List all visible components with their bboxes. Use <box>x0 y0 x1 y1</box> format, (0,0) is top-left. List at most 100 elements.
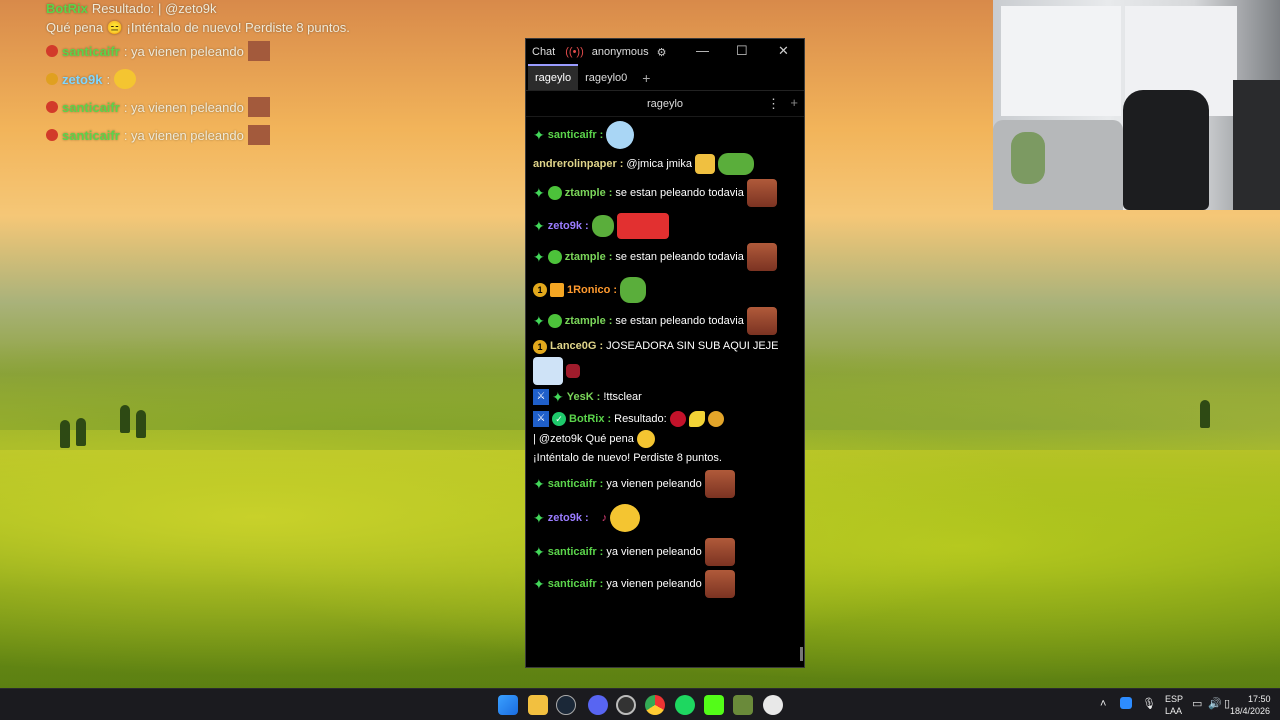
start-button[interactable] <box>498 695 518 715</box>
defender-icon[interactable] <box>1120 697 1132 709</box>
chat-username[interactable]: ztample <box>565 314 606 329</box>
discord-icon[interactable] <box>588 695 608 715</box>
kick-icon[interactable] <box>704 695 724 715</box>
wallpaper-tree <box>76 418 86 446</box>
clock-date[interactable]: 18/4/2026 <box>1230 706 1270 716</box>
tab-rageylo[interactable]: rageylo <box>528 64 579 90</box>
overlay-line: santicaifr : ya vienen peleando <box>46 93 366 121</box>
music-note-icon: ♪ <box>601 511 608 524</box>
emote-icon[interactable] <box>704 470 735 498</box>
badge-icon <box>46 45 58 57</box>
sparkle-badge-icon: ✦ <box>533 475 545 492</box>
emote-icon[interactable] <box>694 154 715 174</box>
microphone-icon[interactable]: 🎙 <box>1142 697 1156 710</box>
emote-icon[interactable] <box>616 213 669 239</box>
emote-icon[interactable] <box>717 153 754 175</box>
chat-message: ✦ zeto9k: ♪ <box>533 504 797 532</box>
window-titlebar[interactable]: Chat ((•)) anonymous ⚙ — ☐ ✕ <box>526 39 804 65</box>
wallpaper-tree <box>120 405 130 433</box>
add-tab-button[interactable]: + <box>634 66 658 90</box>
chat-username[interactable]: YesK <box>567 390 594 405</box>
chat-username[interactable]: santicaifr <box>548 477 597 492</box>
chevron-up-icon[interactable]: ˄ <box>1100 698 1106 710</box>
sub-tier-badge-icon: 1 <box>533 339 547 354</box>
tab-rageylo0[interactable]: rageylo0 <box>578 66 634 90</box>
emote-icon[interactable] <box>746 307 777 335</box>
chat-message: ✦ santicaifr: ya vienen peleando <box>533 470 797 498</box>
wallpaper-tree <box>1200 400 1210 428</box>
emote-icon[interactable] <box>746 179 777 207</box>
steam-icon[interactable] <box>556 695 576 715</box>
emote-icon[interactable] <box>620 277 647 303</box>
chat-username[interactable]: santicaifr <box>548 545 597 560</box>
add-split-button[interactable]: + <box>790 95 798 110</box>
chat-username[interactable]: BotRix <box>569 412 604 427</box>
obs-icon[interactable] <box>616 695 636 715</box>
username-colon: : <box>599 128 604 141</box>
chat-message: ✦ zeto9k: <box>533 213 797 239</box>
account-name[interactable]: anonymous <box>592 46 649 58</box>
chat-text: ya vienen peleando <box>606 545 702 558</box>
file-explorer-icon[interactable] <box>528 695 548 715</box>
emote-icon[interactable] <box>704 538 735 566</box>
emote-icon <box>247 41 270 61</box>
chat-text: JOSEADORA SIN SUB AQUI JEJE <box>606 340 779 352</box>
emote-icon[interactable] <box>591 215 614 237</box>
expressionless-face-icon <box>636 430 655 448</box>
chrome-icon[interactable] <box>645 695 665 715</box>
chat-username[interactable]: zeto9k <box>548 219 582 234</box>
chat-message: ✦ santicaifr: ya vienen peleando <box>533 538 797 566</box>
language-indicator[interactable]: ESP <box>1165 694 1183 704</box>
network-icon[interactable]: ▭ <box>1192 697 1202 710</box>
clock-time[interactable]: 17:50 <box>1248 694 1271 704</box>
emote-icon[interactable] <box>746 243 777 271</box>
chat-username[interactable]: ztample <box>565 186 606 201</box>
chatterino-icon[interactable] <box>763 695 783 715</box>
chat-message: ✦ santicaifr: <box>533 121 797 149</box>
volume-icon[interactable]: 🔊 <box>1208 697 1222 710</box>
chat-message: 1 1Ronico: <box>533 277 797 303</box>
username-colon: : <box>608 314 613 327</box>
overlay-username: BotRix <box>46 0 88 16</box>
overlay-text: : ya vienen peleando <box>123 43 244 59</box>
chat-text: Resultado: <box>614 412 667 425</box>
sparkle-badge-icon: ✦ <box>533 575 545 592</box>
username-colon: : <box>596 390 601 403</box>
emote-icon[interactable] <box>566 364 580 378</box>
overlay-username: santicaifr <box>62 43 120 59</box>
chat-username[interactable]: ztample <box>565 250 606 265</box>
game-app-icon[interactable] <box>733 695 753 715</box>
live-icon[interactable]: ((•)) <box>565 46 584 58</box>
emote-icon[interactable] <box>610 504 641 532</box>
frog-badge-icon <box>547 186 562 200</box>
emote-icon[interactable] <box>606 121 635 149</box>
emote-icon[interactable] <box>704 570 735 598</box>
close-button[interactable]: ✕ <box>778 43 789 59</box>
scrollbar[interactable] <box>800 647 803 661</box>
chat-text: se estan peleando todavia <box>615 186 744 199</box>
emote-icon[interactable] <box>533 357 563 385</box>
chat-text: | @zeto9k Qué pena <box>533 432 634 445</box>
chat-username[interactable]: Lance0G <box>550 339 596 354</box>
message-list[interactable]: ✦ santicaifr: andrerolinpaper: @jmica jm… <box>526 117 804 665</box>
webcam-shelf <box>1233 80 1280 210</box>
chat-username[interactable]: santicaifr <box>548 577 597 592</box>
keyboard-layout[interactable]: LAA <box>1165 706 1182 716</box>
chat-text: !ttsclear <box>603 390 642 403</box>
gear-icon[interactable]: ⚙ <box>657 46 667 59</box>
webcam-plush <box>1011 132 1045 184</box>
channel-tabs: rageylo rageylo0 + <box>526 64 804 91</box>
chat-username[interactable]: zeto9k <box>548 511 582 526</box>
chat-username[interactable]: santicaifr <box>548 128 597 143</box>
more-options-icon[interactable]: ⋮ <box>767 96 780 112</box>
maximize-button[interactable]: ☐ <box>736 43 748 59</box>
window-title: Chat <box>532 46 556 58</box>
chat-username[interactable]: andrerolinpaper <box>533 157 617 172</box>
chat-message: ✦ santicaifr: ya vienen peleando <box>533 570 797 598</box>
chat-username[interactable]: 1Ronico <box>567 283 610 298</box>
chat-text: ¡Inténtalo de nuevo! Perdiste 8 puntos. <box>533 452 722 464</box>
overlay-username: zeto9k <box>62 71 103 87</box>
spotify-icon[interactable] <box>675 695 695 715</box>
badge-icon <box>46 129 58 141</box>
minimize-button[interactable]: — <box>696 43 709 58</box>
